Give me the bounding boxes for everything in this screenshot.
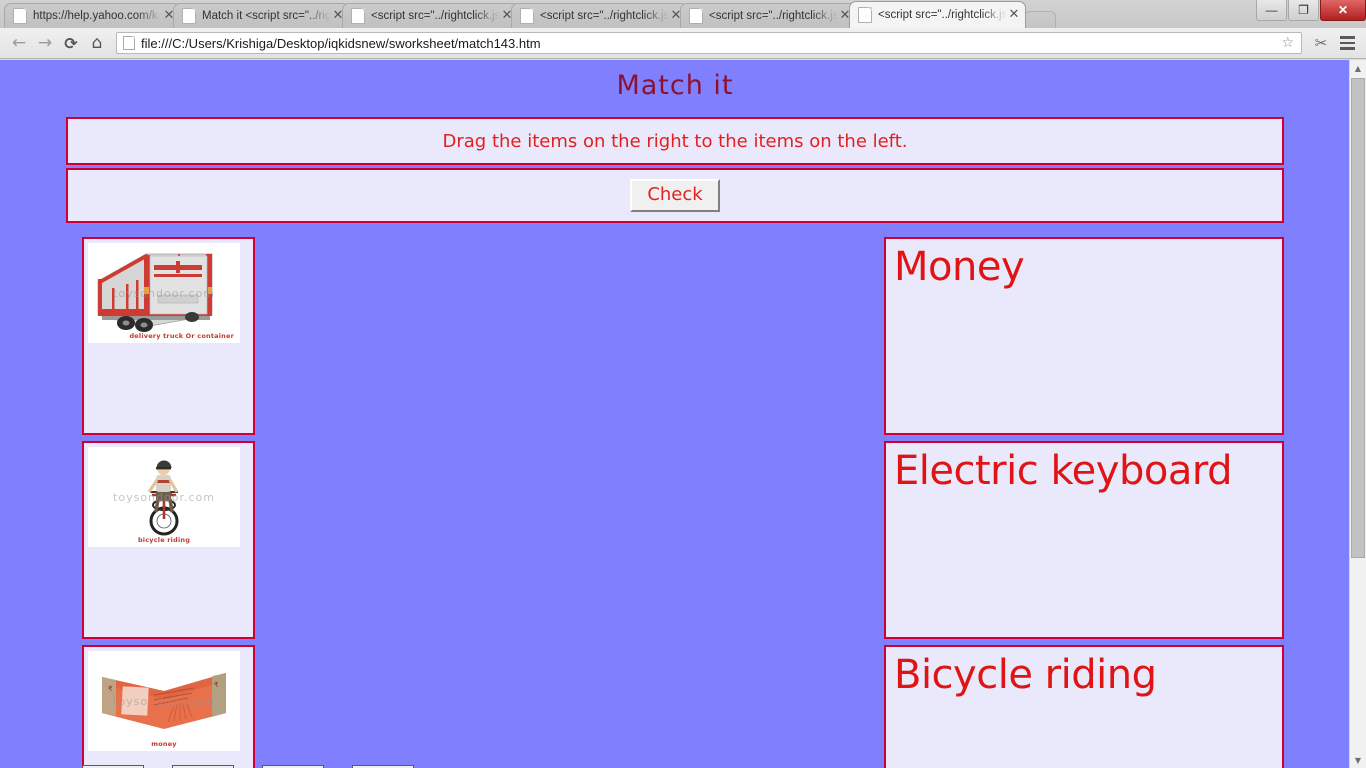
label-card-bicycle-riding[interactable]: Bicycle riding <box>884 645 1284 768</box>
tab-title: <script src="../rightclick.js <box>709 10 838 22</box>
new-tab-button[interactable] <box>1024 11 1056 28</box>
match-columns: toysondoor.com delivery truck Or contain… <box>0 237 1350 768</box>
back-icon[interactable]: ← <box>6 30 32 56</box>
page-favicon-icon <box>858 7 872 23</box>
tab-title: <script src="../rightclick.js <box>371 10 500 22</box>
address-bar[interactable]: file:///C:/Users/Krishiga/Desktop/iqkids… <box>116 32 1302 54</box>
browser-tab-3[interactable]: <script src="../rightclick.js ✕ <box>342 3 519 28</box>
restore-window-button[interactable]: ❐ <box>1288 0 1319 21</box>
scrollbar-thumb[interactable] <box>1351 78 1365 558</box>
address-bar-url: file:///C:/Users/Krishiga/Desktop/iqkids… <box>141 35 541 51</box>
home-icon[interactable]: ⌂ <box>84 30 110 56</box>
check-button[interactable]: Check <box>630 179 720 212</box>
page-favicon-icon <box>351 8 365 24</box>
browser-tab-4[interactable]: <script src="../rightclick.js ✕ <box>511 3 688 28</box>
page-title: Match it <box>616 70 734 101</box>
left-column-images: toysondoor.com delivery truck Or contain… <box>82 237 255 768</box>
hamburger-lines <box>1339 36 1355 50</box>
delivery-truck-illustration <box>88 243 240 343</box>
bookmark-star-icon[interactable]: ☆ <box>1281 35 1297 51</box>
image-caption: money <box>151 740 177 748</box>
label-text: Bicycle riding <box>894 652 1157 698</box>
forward-icon[interactable]: → <box>32 30 58 56</box>
tab-title: <script src="../rightclick.js <box>540 10 669 22</box>
scroll-down-arrow-icon[interactable]: ▼ <box>1350 752 1366 768</box>
worksheet-page: Match it Drag the items on the right to … <box>0 60 1350 768</box>
image-card-bicycle-riding[interactable]: toysondoor.com bicycle riding <box>82 441 255 639</box>
minimize-window-button[interactable]: — <box>1256 0 1287 21</box>
label-text: Money <box>894 244 1025 290</box>
instructions-text: Drag the items on the right to the items… <box>442 130 908 152</box>
bicycle-riding-image: toysondoor.com bicycle riding <box>88 447 240 547</box>
bicycle-riding-illustration <box>88 447 240 547</box>
page-favicon-icon <box>13 8 27 24</box>
page-favicon-icon <box>182 8 196 24</box>
browser-window: https://help.yahoo.com/k ✕ Match it <scr… <box>0 0 1366 768</box>
svg-text:₹: ₹ <box>108 685 113 693</box>
image-card-delivery-truck[interactable]: toysondoor.com delivery truck Or contain… <box>82 237 255 435</box>
svg-text:₹: ₹ <box>214 681 219 689</box>
money-banknote-image: ₹ ₹ toysondoor.com money <box>88 651 240 751</box>
delivery-truck-image: toysondoor.com delivery truck Or contain… <box>88 243 240 343</box>
browser-tab-2[interactable]: Match it <script src="../rig ✕ <box>173 3 350 28</box>
scroll-up-arrow-icon[interactable]: ▲ <box>1350 60 1366 76</box>
image-card-money[interactable]: ₹ ₹ toysondoor.com money <box>82 645 255 768</box>
browser-toolbar: ← → ⟳ ⌂ file:///C:/Users/Krishiga/Deskto… <box>0 28 1366 59</box>
page-document-icon <box>123 36 135 50</box>
page-favicon-icon <box>520 8 534 24</box>
window-controls: — ❐ ✕ <box>1255 0 1366 22</box>
label-text: Electric keyboard <box>894 448 1232 494</box>
scissors-icon[interactable]: ✂ <box>1308 30 1334 56</box>
tab-strip: https://help.yahoo.com/k ✕ Match it <scr… <box>0 0 1366 28</box>
image-caption: bicycle riding <box>137 536 191 544</box>
browser-tab-6-active[interactable]: <script src="../rightclick.js ✕ <box>849 1 1026 28</box>
browser-tab-1[interactable]: https://help.yahoo.com/k ✕ <box>4 3 181 28</box>
image-caption: delivery truck Or container <box>129 332 234 340</box>
tab-title: Match it <script src="../rig <box>202 10 331 22</box>
reload-icon[interactable]: ⟳ <box>58 30 84 56</box>
close-window-button[interactable]: ✕ <box>1320 0 1366 21</box>
check-panel: Check <box>66 168 1284 223</box>
tab-title: <script src="../rightclick.js <box>878 9 1007 21</box>
browser-tab-5[interactable]: <script src="../rightclick.js ✕ <box>680 3 857 28</box>
tab-title: https://help.yahoo.com/k <box>33 10 158 22</box>
column-gap <box>255 237 884 768</box>
label-card-money[interactable]: Money <box>884 237 1284 435</box>
money-banknote-illustration: ₹ ₹ <box>88 651 240 751</box>
page-favicon-icon <box>689 8 703 24</box>
page-viewport: Match it Drag the items on the right to … <box>0 60 1366 768</box>
right-column-labels: Money Electric keyboard Bicycle riding <box>884 237 1284 768</box>
instructions-panel: Drag the items on the right to the items… <box>66 117 1284 165</box>
vertical-scrollbar[interactable]: ▲ ▼ <box>1349 60 1366 768</box>
label-card-electric-keyboard[interactable]: Electric keyboard <box>884 441 1284 639</box>
close-tab-icon[interactable]: ✕ <box>1007 8 1021 22</box>
menu-icon[interactable] <box>1334 30 1360 56</box>
